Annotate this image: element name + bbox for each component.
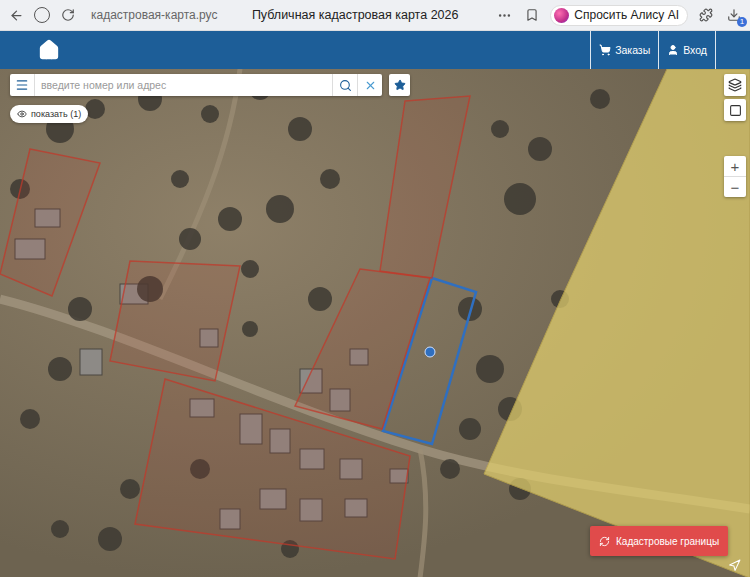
favorites-button[interactable] [389,74,410,96]
zoom-out-button[interactable]: − [724,176,746,197]
square-icon [729,104,742,117]
zoom-in-button[interactable]: + [724,156,746,176]
clear-icon[interactable] [357,74,382,96]
star-icon [394,79,406,91]
refresh-icon [599,536,610,547]
satellite-ground [0,69,750,577]
tree [590,89,610,109]
tree [308,287,332,311]
tree [504,183,536,215]
home-icon[interactable] [38,31,60,69]
back-icon[interactable] [6,5,26,25]
show-button[interactable]: показать (1) [10,105,88,123]
tree [51,520,69,538]
cart-icon [599,44,611,56]
nav-item[interactable]: Вход [659,31,716,69]
tree [241,260,259,278]
bookmark-icon[interactable] [522,5,542,25]
alice-icon [554,8,569,23]
address-bar[interactable]: кадастровая-карта.рус [86,8,216,22]
satellite-map[interactable] [0,69,750,577]
search-icon[interactable] [332,74,357,96]
tree [459,418,481,440]
locate-button[interactable] [724,555,744,575]
parcel[interactable] [110,261,240,381]
downloads-badge: 1 [737,17,747,27]
layers-button[interactable] [724,74,746,96]
cadastral-borders-button[interactable]: Кадастровые границы [590,526,728,556]
reload-icon[interactable] [58,5,78,25]
downloads-icon[interactable]: 1 [724,5,744,25]
tree [48,357,72,381]
more-icon[interactable] [494,5,514,25]
tree [218,207,242,231]
tree [266,195,294,223]
road [420,449,426,577]
browser-toolbar: кадастровая-карта.рус Публичная кадастров… [0,0,750,31]
tree [85,99,105,119]
tree [288,117,312,141]
parcel[interactable] [295,269,430,429]
tree [491,120,509,138]
layers-icon [728,78,742,92]
tree [440,459,460,479]
page-title: Публичная кадастровая карта 2026 [224,8,486,22]
tree [98,527,122,551]
header-nav: ЗаказыВход [590,31,716,69]
page: кадастровая-карта.рус Публичная кадастров… [0,0,750,577]
tree [20,409,40,429]
basemap-button[interactable] [724,99,746,121]
extensions-icon[interactable] [696,5,716,25]
tree [476,355,504,383]
building [80,349,102,375]
map[interactable]: показать (1) +− Кадастровые границы [0,69,750,577]
search-box [10,74,382,96]
tree [242,321,258,337]
eye-icon [17,109,27,119]
zone-area[interactable] [484,69,750,577]
menu-icon[interactable] [10,74,35,96]
browser-logo-icon[interactable] [34,7,50,23]
tree [171,170,189,188]
tree [68,297,92,321]
tree [179,228,201,250]
alice-button[interactable]: Спросить Алису AI [550,5,688,26]
site-header: ЗаказыВход [0,31,750,69]
parcel[interactable] [380,96,470,278]
user-icon [667,44,679,56]
address-text: кадастровая-карта.рус [91,8,218,22]
parcel-pin[interactable] [425,347,435,357]
tree [201,105,219,123]
nav-item[interactable]: Заказы [591,31,659,69]
search-input[interactable] [35,79,332,91]
navigation-icon [728,559,741,572]
parcel[interactable] [0,149,100,296]
zoom-control: +− [724,156,746,197]
tree [528,137,552,161]
tree [320,169,340,189]
tree [120,479,140,499]
